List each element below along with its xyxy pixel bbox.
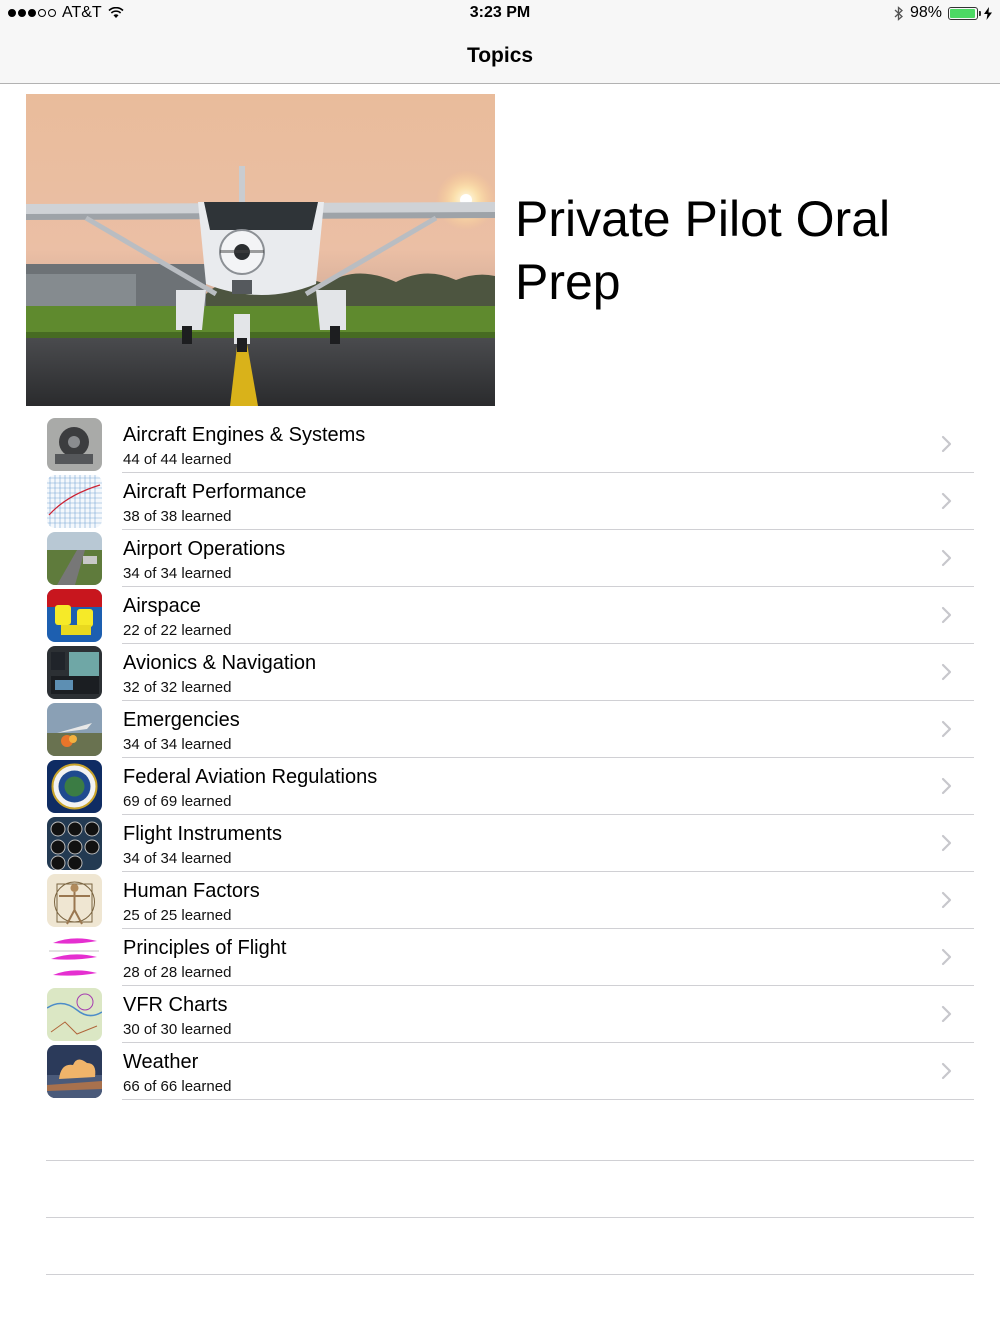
topic-progress: 25 of 25 learned	[123, 907, 232, 924]
topic-row[interactable]: Human Factors 25 of 25 learned	[0, 872, 1000, 929]
topic-name: Airport Operations	[123, 538, 286, 560]
faa-seal-thumbnail	[47, 760, 102, 813]
battery-fill	[950, 8, 976, 18]
topic-row[interactable]: Avionics & Navigation 32 of 32 learned	[0, 644, 1000, 701]
topic-name: Emergencies	[123, 709, 240, 731]
chevron-right-icon	[940, 548, 954, 568]
navigation-bar: Topics	[0, 28, 1000, 84]
chevron-right-icon	[940, 434, 954, 454]
topic-progress: 32 of 32 learned	[123, 679, 232, 696]
chevron-right-icon	[940, 890, 954, 910]
empty-row-separator	[46, 1160, 974, 1161]
airplane-photo	[26, 94, 495, 406]
status-bar: AT&T 3:23 PM 98%	[0, 0, 1000, 28]
bluetooth-icon	[894, 5, 903, 21]
topic-progress: 69 of 69 learned	[123, 793, 232, 810]
topic-row[interactable]: Principles of Flight 28 of 28 learned	[0, 929, 1000, 986]
topic-name: Flight Instruments	[123, 823, 282, 845]
vitruvian-thumbnail	[47, 874, 102, 927]
topic-name: VFR Charts	[123, 994, 228, 1016]
topic-progress: 28 of 28 learned	[123, 964, 232, 981]
vfr-chart-thumbnail	[47, 988, 102, 1041]
charging-bolt-icon	[984, 6, 992, 20]
status-right: 98%	[894, 4, 992, 22]
airspace-thumbnail	[47, 589, 102, 642]
topic-name: Human Factors	[123, 880, 260, 902]
topic-progress: 34 of 34 learned	[123, 565, 232, 582]
battery-percent: 98%	[909, 4, 942, 21]
engine-thumbnail	[47, 418, 102, 471]
empty-row-separator	[46, 1274, 974, 1275]
chevron-right-icon	[940, 776, 954, 796]
chevron-right-icon	[940, 719, 954, 739]
topic-progress: 38 of 38 learned	[123, 508, 232, 525]
chevron-right-icon	[940, 1004, 954, 1024]
topic-progress: 30 of 30 learned	[123, 1021, 232, 1038]
performance-chart-thumbnail	[47, 475, 102, 528]
topic-name: Avionics & Navigation	[123, 652, 317, 674]
row-separator	[122, 1099, 974, 1100]
topic-row[interactable]: Weather 66 of 66 learned	[0, 1043, 1000, 1100]
hero-title: Private Pilot Oral Prep	[515, 191, 891, 310]
battery-icon	[948, 6, 981, 20]
topic-row[interactable]: Airspace 22 of 22 learned	[0, 587, 1000, 644]
topic-row[interactable]: Airport Operations 34 of 34 learned	[0, 530, 1000, 587]
emergencies-thumbnail	[47, 703, 102, 756]
topic-row[interactable]: Emergencies 34 of 34 learned	[0, 701, 1000, 758]
topic-progress: 34 of 34 learned	[123, 736, 232, 753]
chevron-right-icon	[940, 947, 954, 967]
topics-list: Aircraft Engines & Systems 44 of 44 learn…	[0, 416, 1000, 1100]
clock: 3:23 PM	[469, 4, 531, 21]
nav-title: Topics	[466, 44, 534, 67]
topic-name: Federal Aviation Regulations	[123, 766, 378, 788]
airfoil-thumbnail	[47, 931, 102, 984]
topic-row[interactable]: Aircraft Engines & Systems 44 of 44 learn…	[0, 416, 1000, 473]
chevron-right-icon	[940, 491, 954, 511]
topic-row[interactable]: Aircraft Performance 38 of 38 learned	[0, 473, 1000, 530]
empty-row-separator	[46, 1217, 974, 1218]
chevron-right-icon	[940, 605, 954, 625]
topic-name: Principles of Flight	[123, 937, 287, 959]
chevron-right-icon	[940, 662, 954, 682]
topic-name: Aircraft Performance	[123, 481, 307, 503]
topic-progress: 66 of 66 learned	[123, 1078, 232, 1095]
chevron-right-icon	[940, 833, 954, 853]
topic-name: Aircraft Engines & Systems	[123, 424, 366, 446]
topic-progress: 44 of 44 learned	[123, 451, 232, 468]
weather-thumbnail	[47, 1045, 102, 1098]
instruments-thumbnail	[47, 817, 102, 870]
topic-name: Weather	[123, 1051, 199, 1073]
hero-airplane-image	[26, 94, 495, 406]
avionics-thumbnail	[47, 646, 102, 699]
topic-row[interactable]: Flight Instruments 34 of 34 learned	[0, 815, 1000, 872]
airport-thumbnail	[47, 532, 102, 585]
topic-row[interactable]: Federal Aviation Regulations 69 of 69 lea…	[0, 758, 1000, 815]
topic-row[interactable]: VFR Charts 30 of 30 learned	[0, 986, 1000, 1043]
topic-progress: 22 of 22 learned	[123, 622, 232, 639]
topic-name: Airspace	[123, 595, 201, 617]
chevron-right-icon	[940, 1061, 954, 1081]
topic-progress: 34 of 34 learned	[123, 850, 232, 867]
